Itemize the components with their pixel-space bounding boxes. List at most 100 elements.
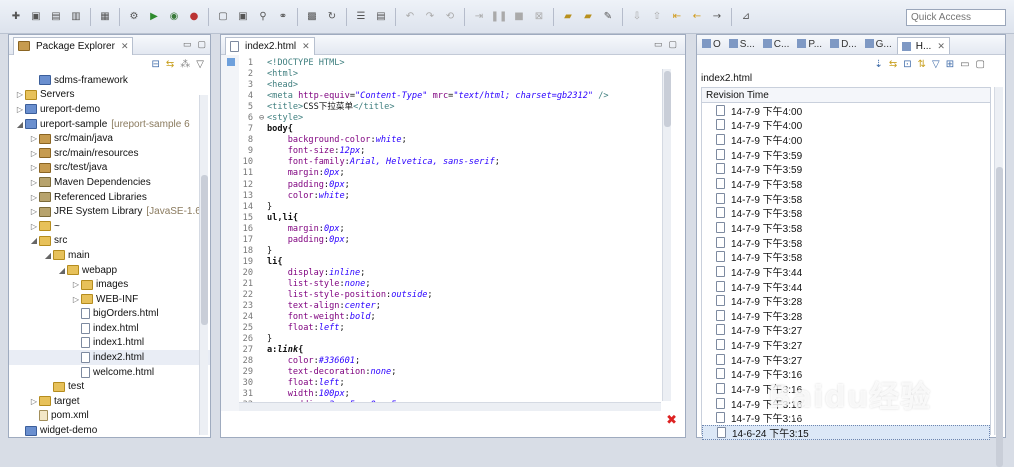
- code-line[interactable]: 18}: [239, 246, 661, 257]
- code-line[interactable]: 10 font-family:Arial, Helvetica, sans-se…: [239, 157, 661, 168]
- code-line[interactable]: 15 ul,li{: [239, 213, 661, 224]
- stop-icon[interactable]: ■: [511, 9, 527, 25]
- redo-icon[interactable]: ↷: [422, 9, 438, 25]
- revert-icon[interactable]: ⟲: [442, 9, 458, 25]
- revision-row[interactable]: 14-7-9 下午3:16: [702, 410, 990, 425]
- code-line[interactable]: 12 padding:0px;: [239, 180, 661, 191]
- external-tools-icon[interactable]: ●: [186, 9, 202, 25]
- code-line[interactable]: 8 background-color:white;: [239, 135, 661, 146]
- build-icon[interactable]: ▦: [97, 9, 113, 25]
- next-annotation-icon[interactable]: ⇩: [629, 9, 645, 25]
- code-line[interactable]: 11 margin:0px;: [239, 168, 661, 179]
- scrollbar-thumb[interactable]: [201, 175, 208, 325]
- collapsed-arrow-icon[interactable]: ▷: [29, 149, 39, 158]
- filter-icon[interactable]: ⁂: [180, 59, 190, 70]
- tree-item[interactable]: index1.html: [9, 336, 210, 351]
- code-line[interactable]: 14}: [239, 202, 661, 213]
- tree-item[interactable]: ▷ WEB-INF: [9, 292, 210, 307]
- code-line[interactable]: 4 <meta http-equiv="Content-Type" mrc="te…: [239, 91, 661, 102]
- code-line[interactable]: 6 ⊖ <style>: [239, 113, 661, 124]
- undo-icon[interactable]: ↶: [402, 9, 418, 25]
- tree-item[interactable]: ▷ src/main/java: [9, 131, 210, 146]
- code-area[interactable]: 1 <!DOCTYPE HTML> 2 <html> 3 <head> 4 <meta htt…: [239, 58, 661, 412]
- code-line[interactable]: 20 display:inline;: [239, 268, 661, 279]
- code-line[interactable]: 30 float:left;: [239, 378, 661, 389]
- tree-item[interactable]: ▷ ureport-demo: [9, 102, 210, 117]
- settings-icon[interactable]: ⚙: [126, 9, 142, 25]
- revision-row[interactable]: 14-7-9 下午3:59: [702, 147, 990, 162]
- revision-row[interactable]: 14-7-9 下午3:44: [702, 279, 990, 294]
- search-icon[interactable]: ⚲: [255, 9, 271, 25]
- revision-row[interactable]: 14-7-9 下午3:58: [702, 191, 990, 206]
- save-all-icon[interactable]: ▤: [48, 9, 64, 25]
- list-icon[interactable]: ☰: [353, 9, 369, 25]
- view-tab[interactable]: G...: [862, 39, 895, 50]
- tree-item[interactable]: ◢ webapp: [9, 263, 210, 278]
- tree-item[interactable]: sdms-framework: [9, 73, 210, 88]
- horizontal-scrollbar[interactable]: [239, 402, 661, 411]
- toggle-mark-icon[interactable]: ▣: [235, 9, 251, 25]
- open-folder-icon[interactable]: ▰: [580, 9, 596, 25]
- revision-row[interactable]: 14-7-9 下午4:00: [702, 103, 990, 118]
- tab-index2-html[interactable]: index2.html ✕: [225, 36, 315, 55]
- collapsed-arrow-icon[interactable]: ▷: [29, 397, 39, 406]
- code-line[interactable]: 16 margin:0px;: [239, 224, 661, 235]
- disconnect-icon[interactable]: ⊠: [531, 9, 547, 25]
- code-line[interactable]: 23 text-align:center;: [239, 301, 661, 312]
- code-line[interactable]: 26}: [239, 334, 661, 345]
- open-type-icon[interactable]: ▢: [215, 9, 231, 25]
- tree-item[interactable]: ▷ JRE System Library [JavaSE-1.6]: [9, 204, 210, 219]
- tree-item[interactable]: pom.xml: [9, 409, 210, 424]
- close-icon[interactable]: ✕: [121, 41, 129, 52]
- tab-package-explorer[interactable]: Package Explorer ✕: [13, 36, 134, 55]
- tree-item[interactable]: ▷ Referenced Libraries: [9, 190, 210, 205]
- pause-icon[interactable]: ❚❚: [491, 9, 508, 25]
- scrollbar-thumb[interactable]: [996, 167, 1003, 467]
- column-header-revision-time[interactable]: Revision Time: [702, 88, 990, 103]
- maximize-icon[interactable]: ▢: [976, 59, 985, 70]
- tree-item[interactable]: ▷ target: [9, 394, 210, 409]
- revision-row[interactable]: 14-7-9 下午3:27: [702, 323, 990, 337]
- export-icon[interactable]: ⊞: [946, 59, 954, 70]
- revision-row[interactable]: 14-7-9 下午3:58: [702, 176, 990, 191]
- scrollbar-thumb[interactable]: [664, 71, 671, 127]
- collapsed-arrow-icon[interactable]: ▷: [71, 280, 81, 289]
- collapsed-arrow-icon[interactable]: ▷: [29, 193, 39, 202]
- code-line[interactable]: 7 body{: [239, 124, 661, 135]
- pin-icon[interactable]: ⊿: [738, 9, 754, 25]
- run-icon[interactable]: ▶: [146, 9, 162, 25]
- revision-row[interactable]: 14-7-9 下午3:16: [702, 396, 990, 411]
- grid-icon[interactable]: ▩: [304, 9, 320, 25]
- code-line[interactable]: 17 padding:0px;: [239, 235, 661, 246]
- revision-row[interactable]: 14-7-9 下午3:44: [702, 264, 990, 279]
- code-line[interactable]: 24 font-weight:bold;: [239, 312, 661, 323]
- collapsed-arrow-icon[interactable]: ▷: [71, 295, 81, 304]
- code-line[interactable]: 22 list-style-position:outside;: [239, 290, 661, 301]
- code-line[interactable]: 29 text-decoration:none;: [239, 367, 661, 378]
- revision-row[interactable]: 14-7-9 下午3:58: [702, 249, 990, 264]
- collapse-all-icon[interactable]: ⊟: [152, 59, 160, 70]
- compare-icon[interactable]: ⇅: [918, 59, 926, 70]
- wand-icon[interactable]: ✎: [600, 9, 616, 25]
- tree-item[interactable]: index2.html: [9, 350, 210, 365]
- close-icon[interactable]: ✕: [302, 41, 310, 52]
- code-line[interactable]: 31 width:100px;: [239, 389, 661, 400]
- scrollbar[interactable]: [662, 69, 671, 401]
- code-line[interactable]: 3 <head>: [239, 80, 661, 91]
- open-folder-icon[interactable]: ▰: [560, 9, 576, 25]
- tree-item[interactable]: ▷ Maven Dependencies: [9, 175, 210, 190]
- collapsed-arrow-icon[interactable]: ▷: [29, 163, 39, 172]
- minimize-icon[interactable]: ▭: [960, 59, 969, 70]
- collapsed-arrow-icon[interactable]: ▷: [29, 178, 39, 187]
- tab-history[interactable]: H... ✕: [896, 36, 950, 54]
- expanded-arrow-icon[interactable]: ◢: [57, 266, 67, 275]
- code-line[interactable]: 1 <!DOCTYPE HTML>: [239, 58, 661, 69]
- maximize-icon[interactable]: ▢: [668, 39, 677, 50]
- view-tab[interactable]: C...: [760, 39, 793, 50]
- tree-item[interactable]: bigOrders.html: [9, 307, 210, 322]
- forward-icon[interactable]: →: [709, 9, 725, 25]
- toggle-view-icon[interactable]: ▤: [373, 9, 389, 25]
- view-menu-icon[interactable]: ▽: [196, 59, 204, 70]
- close-icon[interactable]: ✕: [937, 41, 945, 52]
- tree-item[interactable]: ◢ main: [9, 248, 210, 263]
